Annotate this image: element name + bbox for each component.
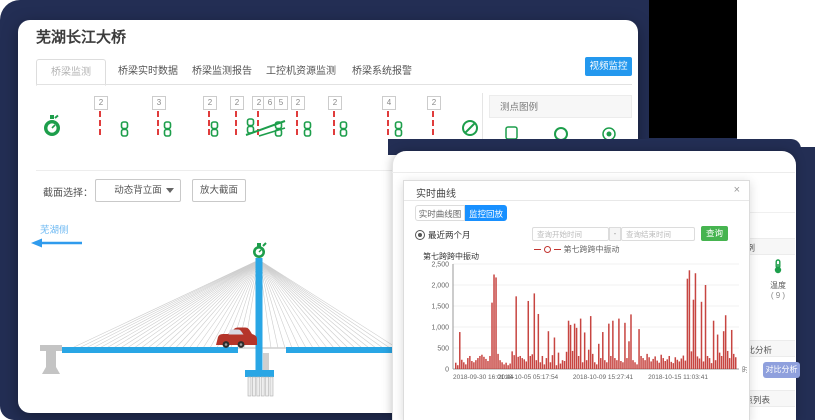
dialog-title: 实时曲线 bbox=[416, 185, 456, 200]
panel-divider bbox=[482, 93, 483, 139]
video-monitor-button[interactable]: 视频监控 bbox=[585, 57, 632, 76]
svg-text:时间: 时间 bbox=[742, 365, 747, 374]
tab-underline bbox=[36, 84, 632, 85]
chain-sensor-icon bbox=[209, 121, 220, 137]
dialog-header: 实时曲线 × bbox=[404, 181, 749, 201]
sensor-marker-line bbox=[157, 111, 159, 135]
sensor-count-badge: 3 bbox=[152, 96, 166, 110]
white-backdrop bbox=[737, 0, 815, 147]
sensor-count-badge: 2 bbox=[328, 96, 342, 110]
realtime-curve-dialog: 实时曲线 × 实时曲线图 监控回放 最近两个月 - 查询 第七跨跨中振动 第七跨… bbox=[403, 180, 750, 420]
sensor-marker-line bbox=[387, 111, 389, 135]
page-divider bbox=[392, 172, 795, 173]
chain-sensor-icon bbox=[162, 121, 173, 137]
tab-4[interactable]: 工控机资源监测 bbox=[266, 59, 336, 84]
date-range-separator: - bbox=[609, 227, 621, 241]
tab-3[interactable]: 桥梁监测报告 bbox=[192, 59, 252, 84]
bridge-illustration bbox=[18, 210, 394, 410]
chain-sensor-icon bbox=[302, 121, 313, 137]
enlarge-section-button[interactable]: 放大截面 bbox=[192, 179, 246, 202]
thermometer-icon bbox=[772, 259, 784, 274]
legend-partial-icons bbox=[500, 125, 630, 139]
tab-2[interactable]: 桥梁实时数据 bbox=[118, 59, 178, 84]
legend-item-temperature: 温度 ( 9 ) bbox=[764, 259, 792, 300]
svg-text:2018-10-15 11:03:41: 2018-10-15 11:03:41 bbox=[648, 374, 708, 381]
tab-monitor-playback[interactable]: 监控回放 bbox=[465, 205, 507, 221]
west-arrow-head bbox=[31, 239, 42, 248]
page-title: 芜湖长江大桥 bbox=[36, 26, 126, 47]
query-button[interactable]: 查询 bbox=[701, 226, 728, 241]
tab-realtime-curve[interactable]: 实时曲线图 bbox=[415, 205, 465, 221]
sensor-count-badge: 5 bbox=[274, 96, 288, 110]
sensor-count-badge: 2 bbox=[203, 96, 217, 110]
tower-cap bbox=[245, 370, 274, 377]
svg-text:2,000: 2,000 bbox=[431, 283, 449, 290]
svg-text:1,500: 1,500 bbox=[431, 304, 449, 311]
ban-sensor-icon bbox=[461, 119, 479, 137]
tower-side-block bbox=[263, 353, 269, 371]
black-backdrop bbox=[649, 0, 737, 138]
chain-sensor-icon bbox=[393, 121, 404, 137]
svg-text:2018-10-05 05:17:54: 2018-10-05 05:17:54 bbox=[498, 374, 559, 381]
sensor-marker-line bbox=[296, 111, 298, 135]
svg-text:500: 500 bbox=[437, 346, 449, 353]
sensor-marker-line bbox=[235, 111, 237, 135]
last-two-months-radio[interactable] bbox=[415, 230, 425, 240]
sensor-marker-line bbox=[99, 111, 101, 135]
tab-1[interactable]: 桥梁监测 bbox=[36, 59, 106, 86]
vibration-chart-svg: 第七跨跨中振动2,5002,0001,5001,00050002018-09-3… bbox=[409, 251, 747, 403]
section-select-value: 动态背立面 bbox=[114, 185, 162, 196]
tab-5[interactable]: 桥梁系统报警 bbox=[352, 59, 412, 84]
compare-analysis-button[interactable]: 对比分析 bbox=[763, 362, 800, 378]
sensor-count-badge: 4 bbox=[382, 96, 396, 110]
sensor-marker-line bbox=[432, 111, 434, 135]
svg-text:2018-10-09 15:27:41: 2018-10-09 15:27:41 bbox=[573, 374, 634, 381]
close-icon[interactable]: × bbox=[734, 184, 740, 196]
svg-text:第七跨跨中振动: 第七跨跨中振动 bbox=[423, 251, 479, 261]
temperature-label: 温度 bbox=[764, 280, 792, 291]
sensor-count-badge: 2 bbox=[291, 96, 305, 110]
tower-mast bbox=[256, 258, 263, 371]
tower-clock-icon bbox=[253, 243, 266, 258]
query-start-time-input[interactable] bbox=[532, 227, 609, 241]
vibration-chart: 第七跨跨中振动2,5002,0001,5001,00050002018-09-3… bbox=[409, 251, 747, 408]
query-end-time-input[interactable] bbox=[621, 227, 695, 241]
sensor-count-badge: 2 bbox=[94, 96, 108, 110]
chain-sensor-icon bbox=[119, 121, 130, 137]
last-two-months-label: 最近两个月 bbox=[428, 229, 471, 241]
chevron-down-icon bbox=[166, 188, 174, 193]
clock-sensor-icon bbox=[42, 114, 62, 138]
temperature-count: ( 9 ) bbox=[764, 291, 792, 300]
sensor-count-badge: 2 bbox=[230, 96, 244, 110]
sensor-count-badge: 2 bbox=[427, 96, 441, 110]
left-pier bbox=[40, 345, 62, 374]
svg-text:2,500: 2,500 bbox=[431, 262, 449, 269]
legend-panel-header: 测点图例 bbox=[489, 95, 632, 118]
sensor-marker-line bbox=[333, 111, 335, 135]
car bbox=[216, 328, 257, 348]
section-select-label: 截面选择： bbox=[43, 184, 93, 199]
svg-text:0: 0 bbox=[445, 367, 449, 374]
deck-left bbox=[62, 347, 238, 353]
section-select-dropdown[interactable]: 动态背立面 bbox=[95, 179, 181, 202]
legend-marker-line bbox=[554, 249, 561, 250]
bridge-damage-icon bbox=[245, 118, 290, 138]
deck-right bbox=[286, 347, 392, 353]
svg-text:1,000: 1,000 bbox=[431, 325, 449, 332]
tower-piles bbox=[248, 377, 273, 396]
legend-marker-line bbox=[534, 249, 541, 250]
chain-sensor-icon bbox=[338, 121, 349, 137]
